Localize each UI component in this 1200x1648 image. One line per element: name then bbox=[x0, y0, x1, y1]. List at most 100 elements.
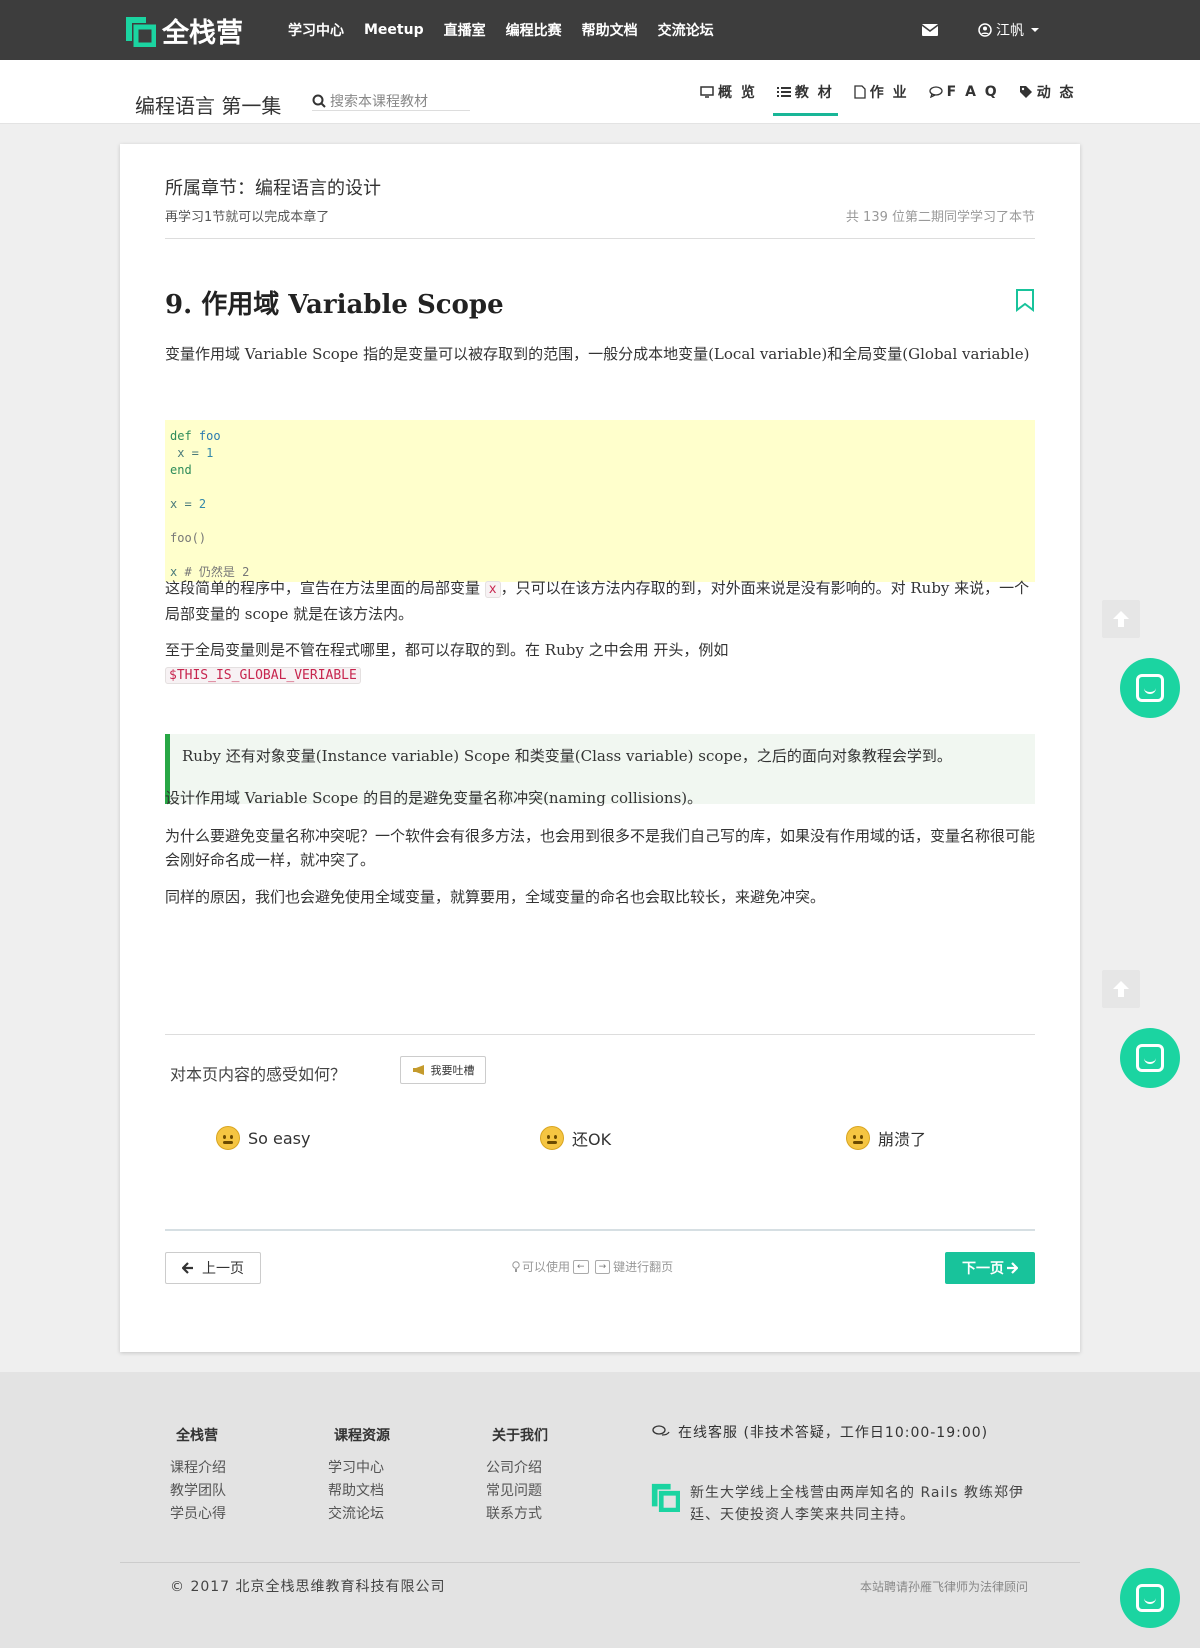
code-token: foo bbox=[191, 429, 221, 443]
divider bbox=[165, 1229, 1035, 1231]
footer-link[interactable]: 教学团队 bbox=[170, 1480, 226, 1503]
lesson-title: 9. 作用域 Variable Scope bbox=[165, 290, 504, 320]
nav-live-room[interactable]: 直播室 bbox=[444, 20, 486, 40]
tab-overview-label: 概 览 bbox=[718, 85, 757, 101]
scroll-top-button[interactable] bbox=[1102, 600, 1140, 638]
feedback-question: 对本页内容的感受如何？ bbox=[170, 1065, 347, 1084]
top-navbar: 全栈营 学习中心 Meetup 直播室 编程比赛 帮助文档 交流论坛 江帆 bbox=[0, 0, 1200, 60]
divider bbox=[165, 238, 1035, 239]
footer-link[interactable]: 课程介绍 bbox=[170, 1457, 226, 1480]
chat-icon bbox=[1136, 1044, 1164, 1072]
chat-widget-button[interactable] bbox=[1120, 658, 1180, 718]
legal-notice: 本站聘请孙雁飞律师为法律顾问 bbox=[859, 1580, 1028, 1594]
caret-down-icon bbox=[1031, 28, 1039, 32]
chapter-title: 所属章节：编程语言的设计 bbox=[165, 178, 381, 199]
code-token: foo() bbox=[170, 531, 207, 545]
code-token: x = bbox=[170, 446, 207, 460]
next-page-button[interactable]: 下一页 bbox=[945, 1252, 1035, 1284]
tab-materials[interactable]: 教 材 bbox=[772, 60, 838, 124]
code-block: def foo x = 1 end x = 2 foo() x # 仍然是 2 bbox=[165, 420, 1035, 582]
brand-logo-icon bbox=[651, 1483, 680, 1512]
footer-link[interactable]: 公司介绍 bbox=[486, 1457, 548, 1480]
learner-count: 共 139 位第二期同学学习了本节 bbox=[845, 210, 1035, 225]
divider bbox=[165, 1034, 1035, 1035]
brand-name: 全栈营 bbox=[162, 18, 243, 49]
nav-help-docs[interactable]: 帮助文档 bbox=[582, 20, 638, 40]
key-left: ← bbox=[573, 1259, 589, 1274]
next-page-label: 下一页 bbox=[962, 1261, 1004, 1277]
crying-face-icon bbox=[846, 1126, 870, 1150]
chat-widget-button[interactable] bbox=[1120, 1568, 1180, 1628]
tab-homework[interactable]: 作 业 bbox=[854, 60, 909, 124]
megaphone-icon bbox=[412, 1065, 424, 1075]
envelope-icon[interactable] bbox=[922, 24, 938, 36]
tab-faq[interactable]: F A Q bbox=[928, 60, 999, 124]
course-title[interactable]: 编程语言 第一集 bbox=[135, 90, 281, 119]
online-support[interactable]: 在线客服 (非技术答疑，工作日10:00-19:00) bbox=[652, 1422, 988, 1442]
nav-forum[interactable]: 交流论坛 bbox=[658, 20, 714, 40]
arrow-up-icon bbox=[1113, 611, 1129, 627]
footer-col-title: 全栈营 bbox=[176, 1428, 218, 1444]
keyboard-hint: 可以使用 ← → 键进行翻页 bbox=[512, 1258, 673, 1275]
list-icon bbox=[776, 87, 791, 97]
paragraph: 同样的原因，我们也会避免使用全域变量，就算要用，全域变量的命名也会取比较长，来避… bbox=[165, 888, 826, 906]
arrow-left-icon bbox=[182, 1262, 193, 1274]
chapter-progress: 再学习1节就可以完成本章了 bbox=[165, 210, 330, 225]
code-token: end bbox=[170, 463, 192, 477]
prev-page-label: 上一页 bbox=[202, 1261, 244, 1277]
reaction-ok[interactable]: 还OK bbox=[540, 1126, 611, 1150]
divider bbox=[120, 1562, 1080, 1563]
footer-link[interactable]: 学习中心 bbox=[328, 1457, 390, 1480]
nav-learning-center[interactable]: 学习中心 bbox=[288, 20, 344, 40]
footer-link[interactable]: 交流论坛 bbox=[328, 1503, 390, 1526]
text: 至于全局变量则是不管在程式哪里，都可以存取的到。在 Ruby 之中会用 开头，例… bbox=[165, 641, 729, 659]
hint-text: 可以使用 bbox=[522, 1260, 571, 1274]
footer: 全栈营 课程介绍 教学团队 学员心得 课程资源 学习中心 帮助文档 交流论坛 关… bbox=[0, 1372, 1200, 1648]
tab-overview[interactable]: 概 览 bbox=[700, 60, 757, 124]
footer-link[interactable]: 帮助文档 bbox=[328, 1480, 390, 1503]
neutral-face-icon bbox=[540, 1126, 564, 1150]
footer-link[interactable]: 常见问题 bbox=[486, 1480, 548, 1503]
copyright: © 2017 北京全栈思维教育科技有限公司 bbox=[170, 1579, 446, 1595]
grinning-face-icon bbox=[216, 1126, 240, 1150]
search-input[interactable]: 搜索本课程教材 bbox=[330, 91, 428, 111]
code-token: 2 bbox=[198, 497, 207, 511]
code-token: def bbox=[170, 429, 192, 443]
course-subnav: 编程语言 第一集 搜索本课程教材 概 览 教 材 作 业 F A Q 动 态 bbox=[0, 60, 1200, 124]
tags-icon bbox=[1019, 86, 1032, 98]
bookmark-icon[interactable] bbox=[1015, 288, 1035, 312]
nav-right: 江帆 bbox=[922, 0, 1040, 60]
lightbulb-icon bbox=[512, 1260, 520, 1272]
footer-link[interactable]: 学员心得 bbox=[170, 1503, 226, 1526]
brand-logo-icon bbox=[126, 16, 156, 47]
code-token: 1 bbox=[206, 446, 214, 460]
hint-text: 键进行翻页 bbox=[613, 1260, 674, 1274]
complain-button[interactable]: 我要吐槽 bbox=[400, 1056, 486, 1084]
arrow-right-icon bbox=[1007, 1262, 1018, 1274]
footer-about: 新生大学线上全栈营由两岸知名的 Rails 教练郑伊廷、天使投资人李笑来共同主持… bbox=[650, 1482, 1030, 1526]
nav-meetup[interactable]: Meetup bbox=[364, 22, 424, 38]
monitor-icon bbox=[700, 86, 714, 98]
reaction-label: 还OK bbox=[572, 1130, 612, 1149]
reaction-easy[interactable]: So easy bbox=[216, 1126, 310, 1150]
tab-activity[interactable]: 动 态 bbox=[1019, 60, 1076, 124]
footer-col-brand: 全栈营 课程介绍 教学团队 学员心得 bbox=[170, 1425, 226, 1526]
brand-logo[interactable]: 全栈营 bbox=[124, 11, 243, 50]
paragraph: 至于全局变量则是不管在程式哪里，都可以存取的到。在 Ruby 之中会用 开头，例… bbox=[165, 638, 1035, 688]
reaction-label: 崩溃了 bbox=[878, 1130, 927, 1149]
paragraph: 变量作用域 Variable Scope 指的是变量可以被存取到的范围，一般分成… bbox=[165, 345, 1030, 363]
user-menu[interactable]: 江帆 bbox=[978, 20, 1040, 40]
inline-code: x bbox=[484, 581, 501, 598]
reaction-collapse[interactable]: 崩溃了 bbox=[846, 1126, 926, 1150]
nav-contest[interactable]: 编程比赛 bbox=[506, 20, 562, 40]
footer-link[interactable]: 联系方式 bbox=[486, 1503, 548, 1526]
course-search[interactable]: 搜索本课程教材 bbox=[312, 91, 470, 111]
about-text: 新生大学线上全栈营由两岸知名的 Rails 教练郑伊廷、天使投资人李笑来共同主持… bbox=[690, 1485, 1024, 1523]
prev-page-button[interactable]: 上一页 bbox=[165, 1252, 261, 1284]
file-icon bbox=[854, 85, 866, 99]
chat-widget-button[interactable] bbox=[1120, 1028, 1180, 1088]
comment-icon bbox=[928, 86, 943, 98]
user-circle-icon bbox=[978, 23, 992, 37]
paragraph: 这段简单的程序中，宣告在方法里面的局部变量 x ，只可以在该方法内存取的到，对外面… bbox=[165, 576, 1035, 626]
scroll-top-button[interactable] bbox=[1102, 970, 1140, 1008]
